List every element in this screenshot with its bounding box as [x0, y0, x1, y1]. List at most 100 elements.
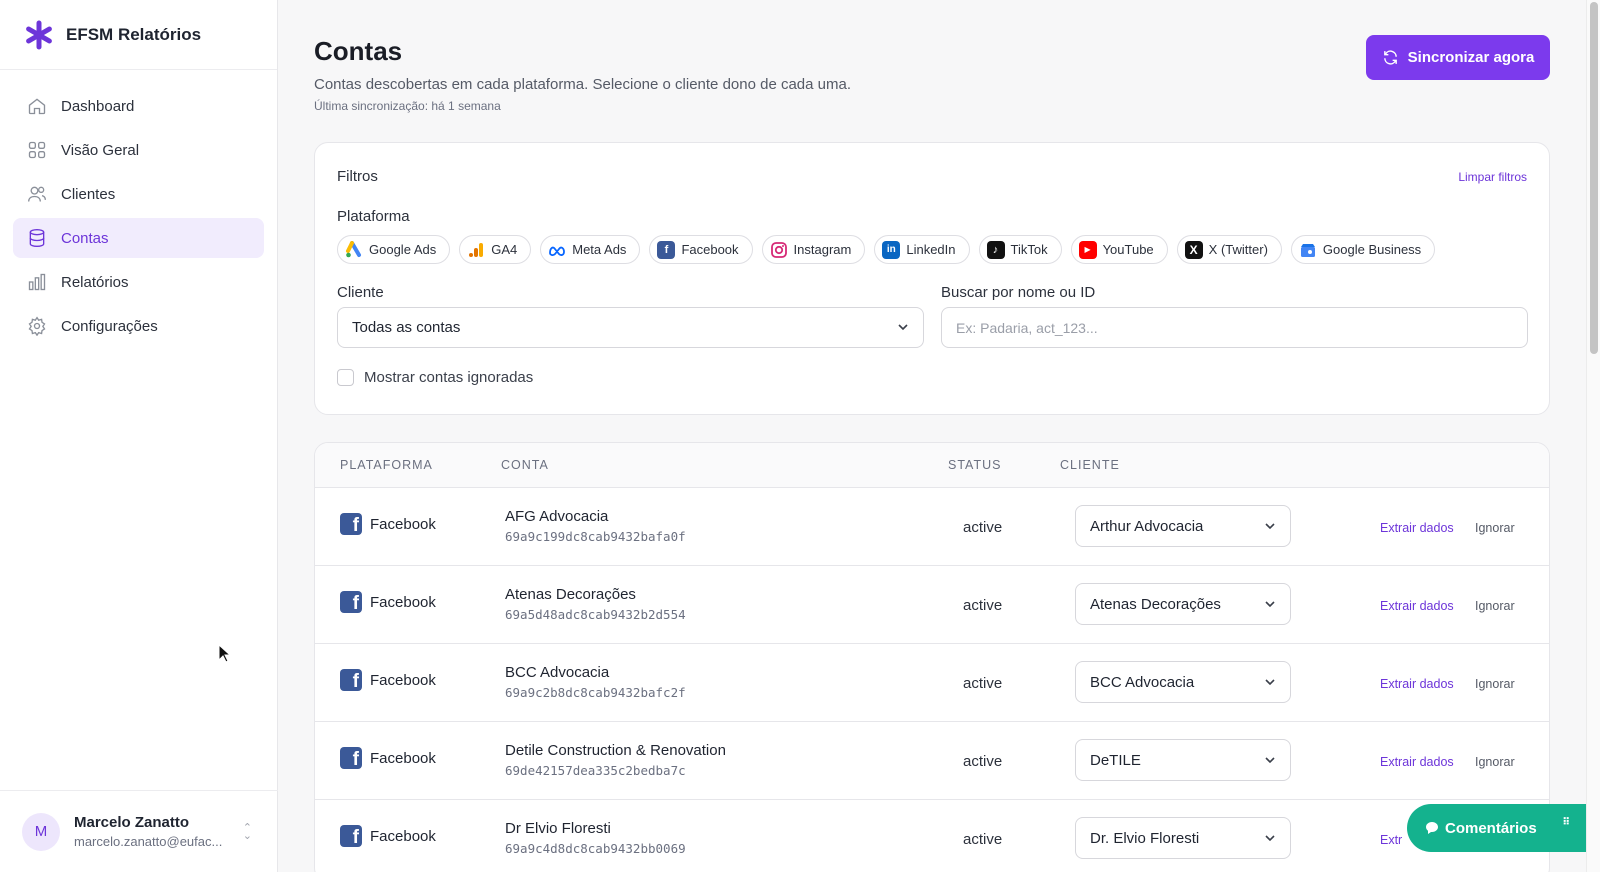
ignore-link[interactable]: Ignorar [1475, 755, 1515, 769]
chip-label: LinkedIn [906, 242, 956, 257]
chip-facebook[interactable]: f Facebook [649, 235, 753, 264]
feedback-label: Comentários [1445, 819, 1537, 837]
sidebar-item-label: Contas [61, 229, 109, 247]
chip-label: Google Business [1322, 242, 1422, 257]
status-text: active [963, 597, 1003, 614]
client-select-value: Atenas Decorações [1090, 595, 1221, 613]
facebook-icon: f [657, 240, 676, 259]
platform-name: Facebook [370, 749, 436, 767]
chip-google-business[interactable]: Google Business [1290, 235, 1436, 264]
sidebar-item-label: Visão Geral [61, 141, 140, 159]
sidebar-item-relatorios[interactable]: Relatórios [13, 262, 264, 302]
chip-label: TikTok [1010, 242, 1048, 257]
platform-cell: f Facebook [340, 669, 436, 691]
tiktok-icon: ♪ [986, 240, 1005, 259]
chip-instagram[interactable]: Instagram [761, 235, 866, 264]
gear-icon [28, 316, 46, 336]
chip-label: Google Ads [369, 242, 437, 257]
search-label: Buscar por nome ou ID [941, 284, 1096, 301]
show-ignored-toggle[interactable]: Mostrar contas ignoradas [337, 369, 533, 386]
account-name: Dr Elvio Floresti [505, 820, 611, 837]
brand[interactable]: EFSM Relatórios [0, 0, 277, 70]
extract-data-link[interactable]: Extr [1380, 833, 1402, 847]
account-name: BCC Advocacia [505, 664, 610, 681]
mouse-cursor-icon [218, 644, 232, 663]
ignore-link[interactable]: Ignorar [1475, 599, 1515, 613]
sidebar-item-contas[interactable]: Contas [13, 218, 264, 258]
chip-ga4[interactable]: GA4 [459, 235, 532, 264]
status-text: active [963, 831, 1003, 848]
client-select[interactable]: Atenas Decorações [1075, 583, 1291, 625]
chip-label: GA4 [491, 242, 518, 257]
platform-name: Facebook [370, 827, 436, 845]
platform-cell: f Facebook [340, 747, 436, 769]
platform-name: Facebook [370, 671, 436, 689]
client-select[interactable]: DeTILE [1075, 739, 1291, 781]
page-title: Contas [314, 36, 403, 66]
drag-handle-icon[interactable]: ⠿ [1562, 818, 1571, 828]
table-row: f Facebook Detile Construction & Renovat… [315, 722, 1549, 800]
client-select-value: Dr. Elvio Floresti [1090, 829, 1200, 847]
chevron-down-icon [1265, 835, 1275, 842]
client-select[interactable]: Arthur Advocacia [1075, 505, 1291, 547]
app-name: EFSM Relatórios [66, 24, 202, 44]
clear-filters-link[interactable]: Limpar filtros [1458, 170, 1527, 184]
chip-label: YouTube [1102, 242, 1154, 257]
meta-icon [549, 246, 566, 256]
platform-name: Facebook [370, 515, 436, 533]
scrollbar-thumb[interactable] [1590, 2, 1598, 354]
sync-now-button[interactable]: Sincronizar agora [1366, 35, 1550, 80]
facebook-icon: f [340, 825, 362, 847]
chip-google-ads[interactable]: Google Ads [337, 235, 451, 264]
ignore-link[interactable]: Ignorar [1475, 677, 1515, 691]
facebook-icon: f [340, 591, 362, 613]
status-text: active [963, 519, 1003, 536]
platform-cell: f Facebook [340, 591, 436, 613]
client-select[interactable]: BCC Advocacia [1075, 661, 1291, 703]
users-icon [28, 186, 46, 202]
chip-x-twitter[interactable]: X X (Twitter) [1176, 235, 1282, 264]
column-header-client: CLIENTE [1060, 458, 1120, 472]
chip-youtube[interactable]: ▶ YouTube [1070, 235, 1168, 264]
extract-data-link[interactable]: Extrair dados [1380, 521, 1454, 535]
facebook-icon: f [340, 747, 362, 769]
chip-tiktok[interactable]: ♪ TikTok [978, 235, 1062, 264]
chip-linkedin[interactable]: in LinkedIn [874, 235, 970, 264]
ga4-icon [469, 242, 484, 257]
sidebar-item-clientes[interactable]: Clientes [13, 174, 264, 214]
asterisk-logo-icon [26, 20, 52, 49]
page-scrollbar[interactable] [1586, 0, 1600, 872]
column-header-status: STATUS [948, 458, 1002, 472]
sidebar: EFSM Relatórios Dashboard Visão Geral Cl… [0, 0, 278, 872]
client-select-value: DeTILE [1090, 751, 1141, 769]
client-select-value: BCC Advocacia [1090, 673, 1195, 691]
account-id: 69a5d48adc8cab9432b2d554 [505, 607, 686, 622]
chevron-down-icon [898, 324, 908, 331]
user-name: Marcelo Zanatto [74, 814, 190, 831]
show-ignored-checkbox[interactable] [337, 369, 354, 386]
ignore-link[interactable]: Ignorar [1475, 521, 1515, 535]
extract-data-link[interactable]: Extrair dados [1380, 677, 1454, 691]
feedback-widget-button[interactable]: Comentários ⠿ [1407, 804, 1587, 852]
client-select[interactable]: Dr. Elvio Floresti [1075, 817, 1291, 859]
sidebar-item-configuracoes[interactable]: Configurações [13, 306, 264, 346]
status-text: active [963, 753, 1003, 770]
user-email: marcelo.zanatto@eufac... [74, 834, 223, 849]
table-row: f Facebook AFG Advocacia 69a9c199dc8cab9… [315, 488, 1549, 566]
chevron-down-icon [1265, 523, 1275, 530]
client-filter-select[interactable]: Todas as contas [337, 307, 924, 348]
extract-data-link[interactable]: Extrair dados [1380, 599, 1454, 613]
search-input[interactable] [941, 307, 1528, 348]
avatar: M [22, 812, 60, 851]
sidebar-item-label: Relatórios [61, 273, 129, 291]
filters-title: Filtros [337, 168, 378, 185]
table-header: PLATAFORMA CONTA STATUS CLIENTE [315, 443, 1549, 488]
sidebar-item-dashboard[interactable]: Dashboard [13, 86, 264, 126]
extract-data-link[interactable]: Extrair dados [1380, 755, 1454, 769]
client-filter-label: Cliente [337, 284, 384, 301]
sidebar-nav: Dashboard Visão Geral Clientes Contas Re… [0, 70, 277, 366]
chip-meta-ads[interactable]: Meta Ads [540, 235, 641, 264]
sidebar-item-visao-geral[interactable]: Visão Geral [13, 130, 264, 170]
chevron-down-icon [1265, 757, 1275, 764]
user-menu[interactable]: M Marcelo Zanatto marcelo.zanatto@eufac.… [0, 790, 278, 872]
